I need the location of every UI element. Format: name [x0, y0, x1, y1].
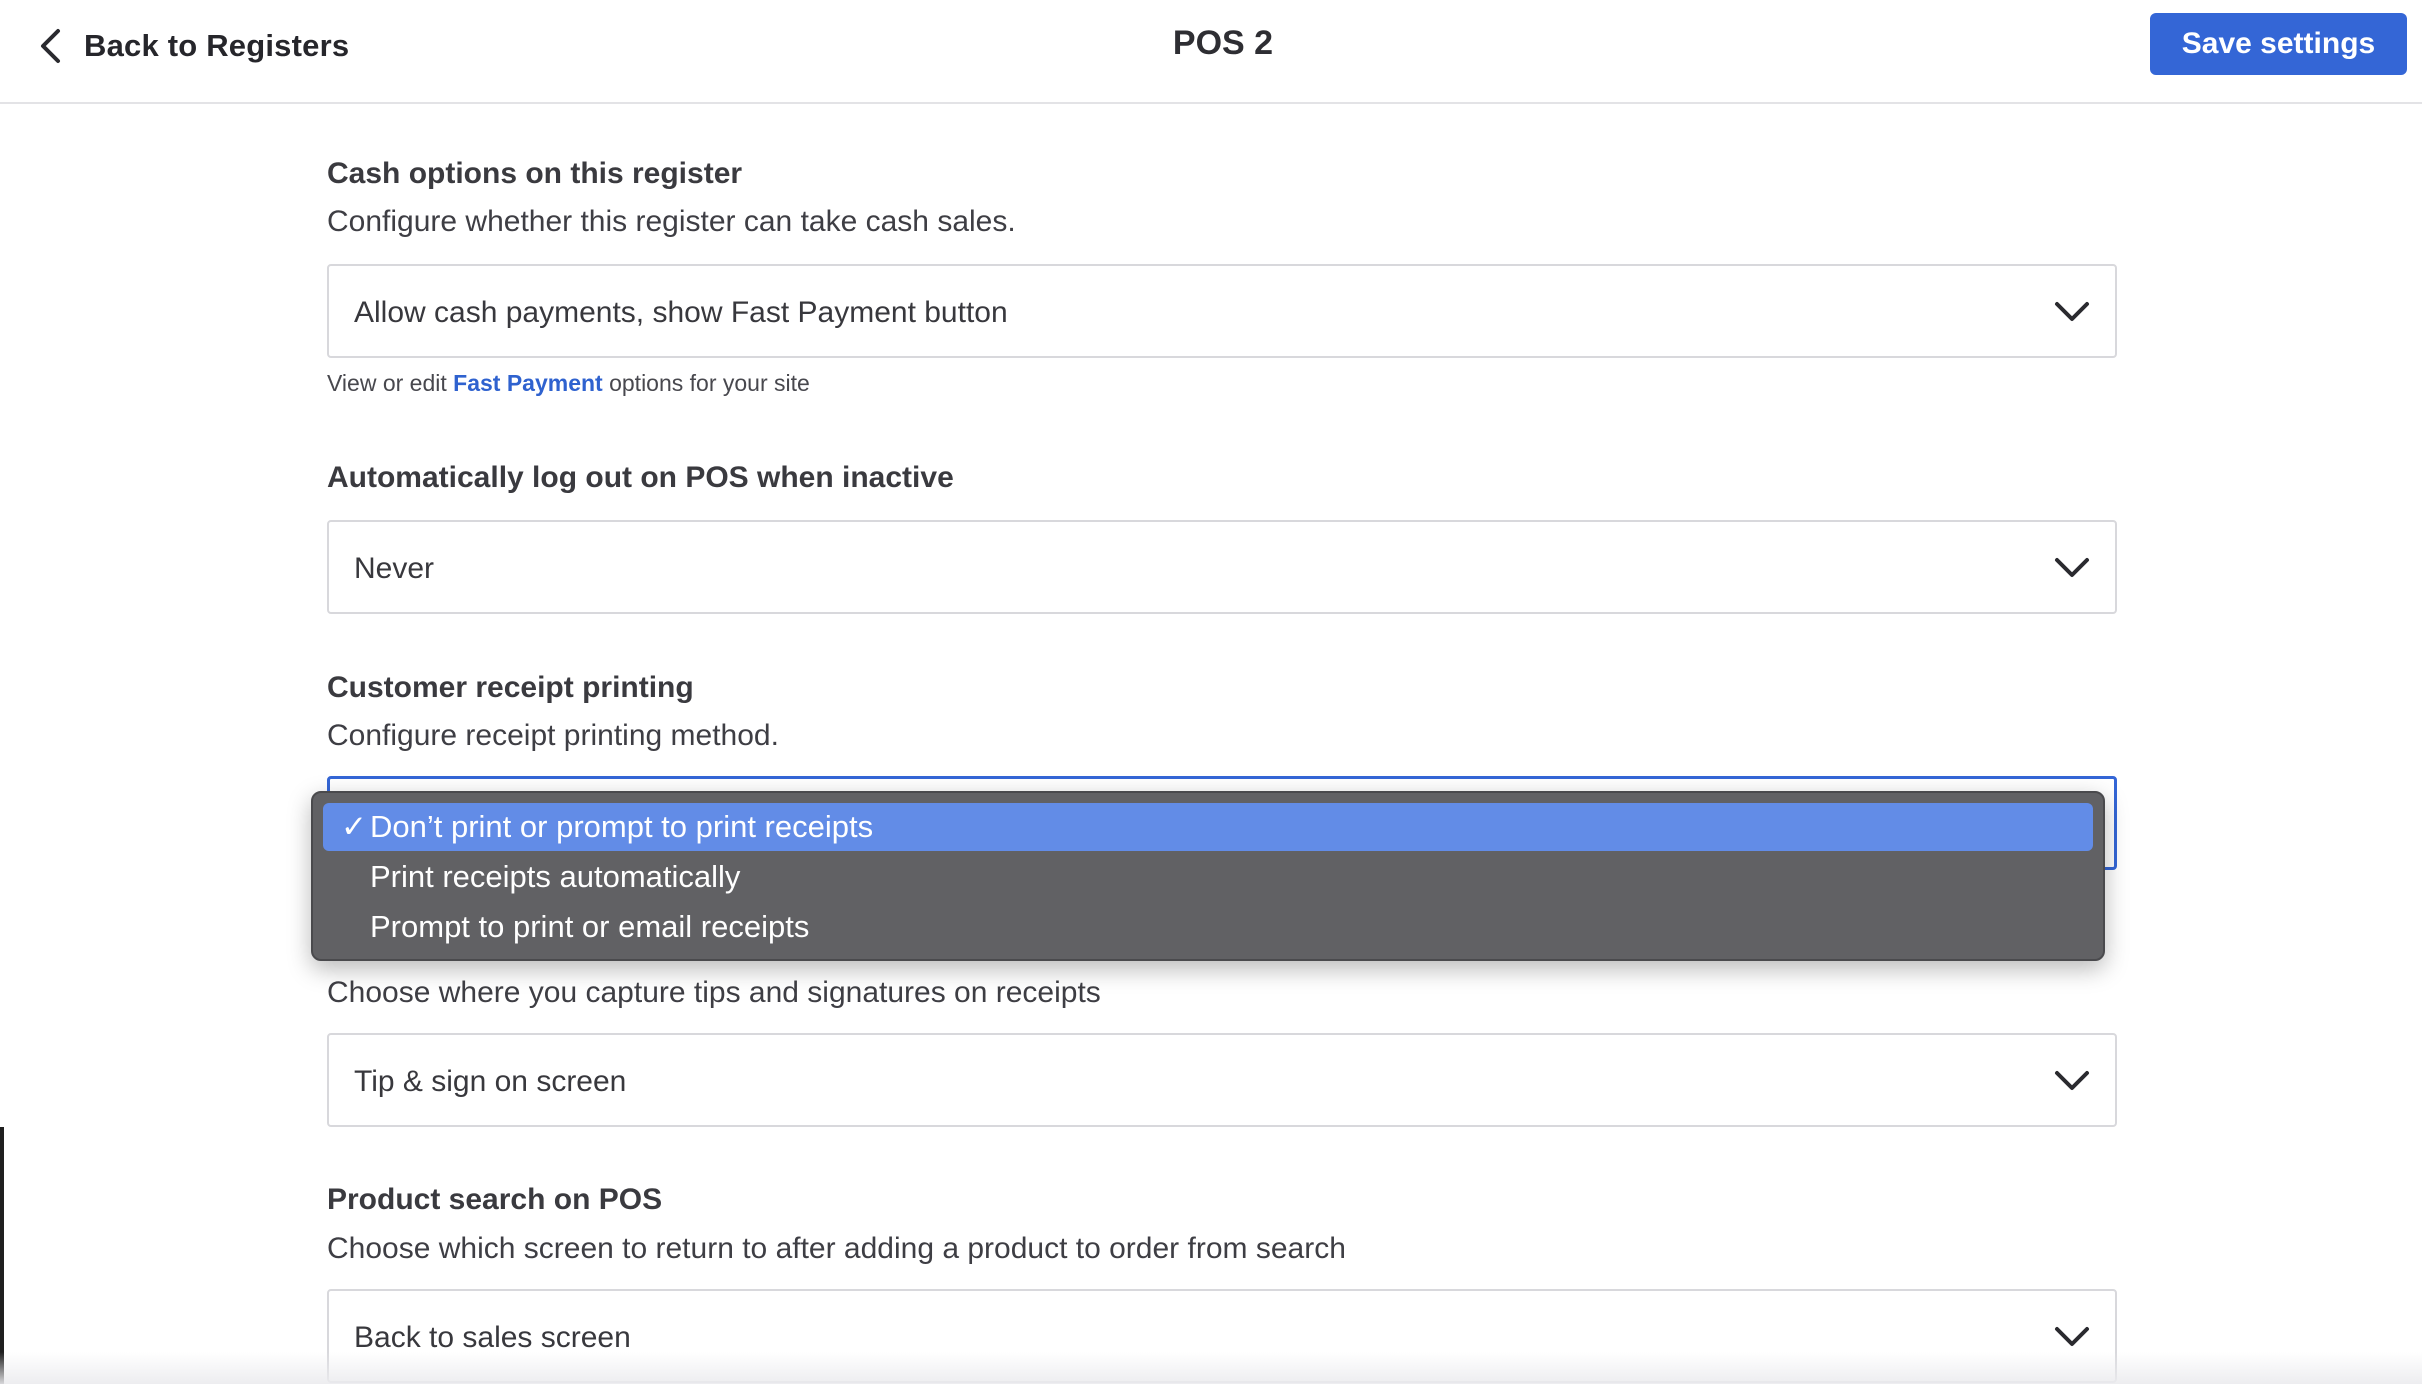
chevron-down-icon [2055, 1071, 2089, 1090]
auto-logout-select[interactable]: Never [327, 520, 2117, 614]
tips-signatures-description: Choose where you capture tips and signat… [327, 976, 1101, 1009]
option-label: Print receipts automatically [370, 859, 741, 894]
cash-options-title: Cash options on this register [327, 157, 743, 190]
auto-logout-value: Never [354, 552, 435, 585]
scroll-fade [0, 1352, 2422, 1384]
chevron-down-icon [2055, 558, 2089, 577]
dropdown-option[interactable]: Prompt to print or email receipts [323, 903, 2093, 951]
page-title: POS 2 [1172, 24, 1274, 62]
product-search-value: Back to sales screen [354, 1321, 631, 1354]
option-label: Don’t print or prompt to print receipts [370, 809, 874, 844]
option-label: Prompt to print or email receipts [370, 909, 810, 944]
save-settings-button[interactable]: Save settings [2150, 13, 2407, 75]
cash-options-select[interactable]: Allow cash payments, show Fast Payment b… [327, 264, 2117, 358]
checkmark-icon: ✓ [341, 809, 367, 844]
dropdown-option[interactable]: ✓ Don’t print or prompt to print receipt… [323, 803, 2093, 851]
auto-logout-title: Automatically log out on POS when inacti… [327, 461, 954, 494]
receipt-printing-title: Customer receipt printing [327, 671, 694, 704]
product-search-title: Product search on POS [327, 1183, 663, 1216]
chevron-down-icon [2055, 1327, 2089, 1346]
receipt-printing-dropdown-menu: ✓ Don’t print or prompt to print receipt… [311, 791, 2105, 961]
fast-payment-link[interactable]: Fast Payment [453, 370, 603, 396]
product-search-description: Choose which screen to return to after a… [327, 1232, 1346, 1265]
tips-signatures-value: Tip & sign on screen [354, 1065, 627, 1098]
top-bar: Back to Registers POS 2 Save settings [0, 0, 2422, 104]
chevron-down-icon [2055, 302, 2089, 321]
tips-signatures-select[interactable]: Tip & sign on screen [327, 1033, 2117, 1127]
window-edge [0, 0, 4, 1384]
fast-payment-hint: View or edit Fast Payment options for yo… [327, 370, 810, 396]
receipt-printing-description: Configure receipt printing method. [327, 719, 779, 752]
cash-options-description: Configure whether this register can take… [327, 205, 1016, 238]
dropdown-option[interactable]: Print receipts automatically [323, 853, 2093, 901]
cash-options-value: Allow cash payments, show Fast Payment b… [354, 296, 1008, 329]
